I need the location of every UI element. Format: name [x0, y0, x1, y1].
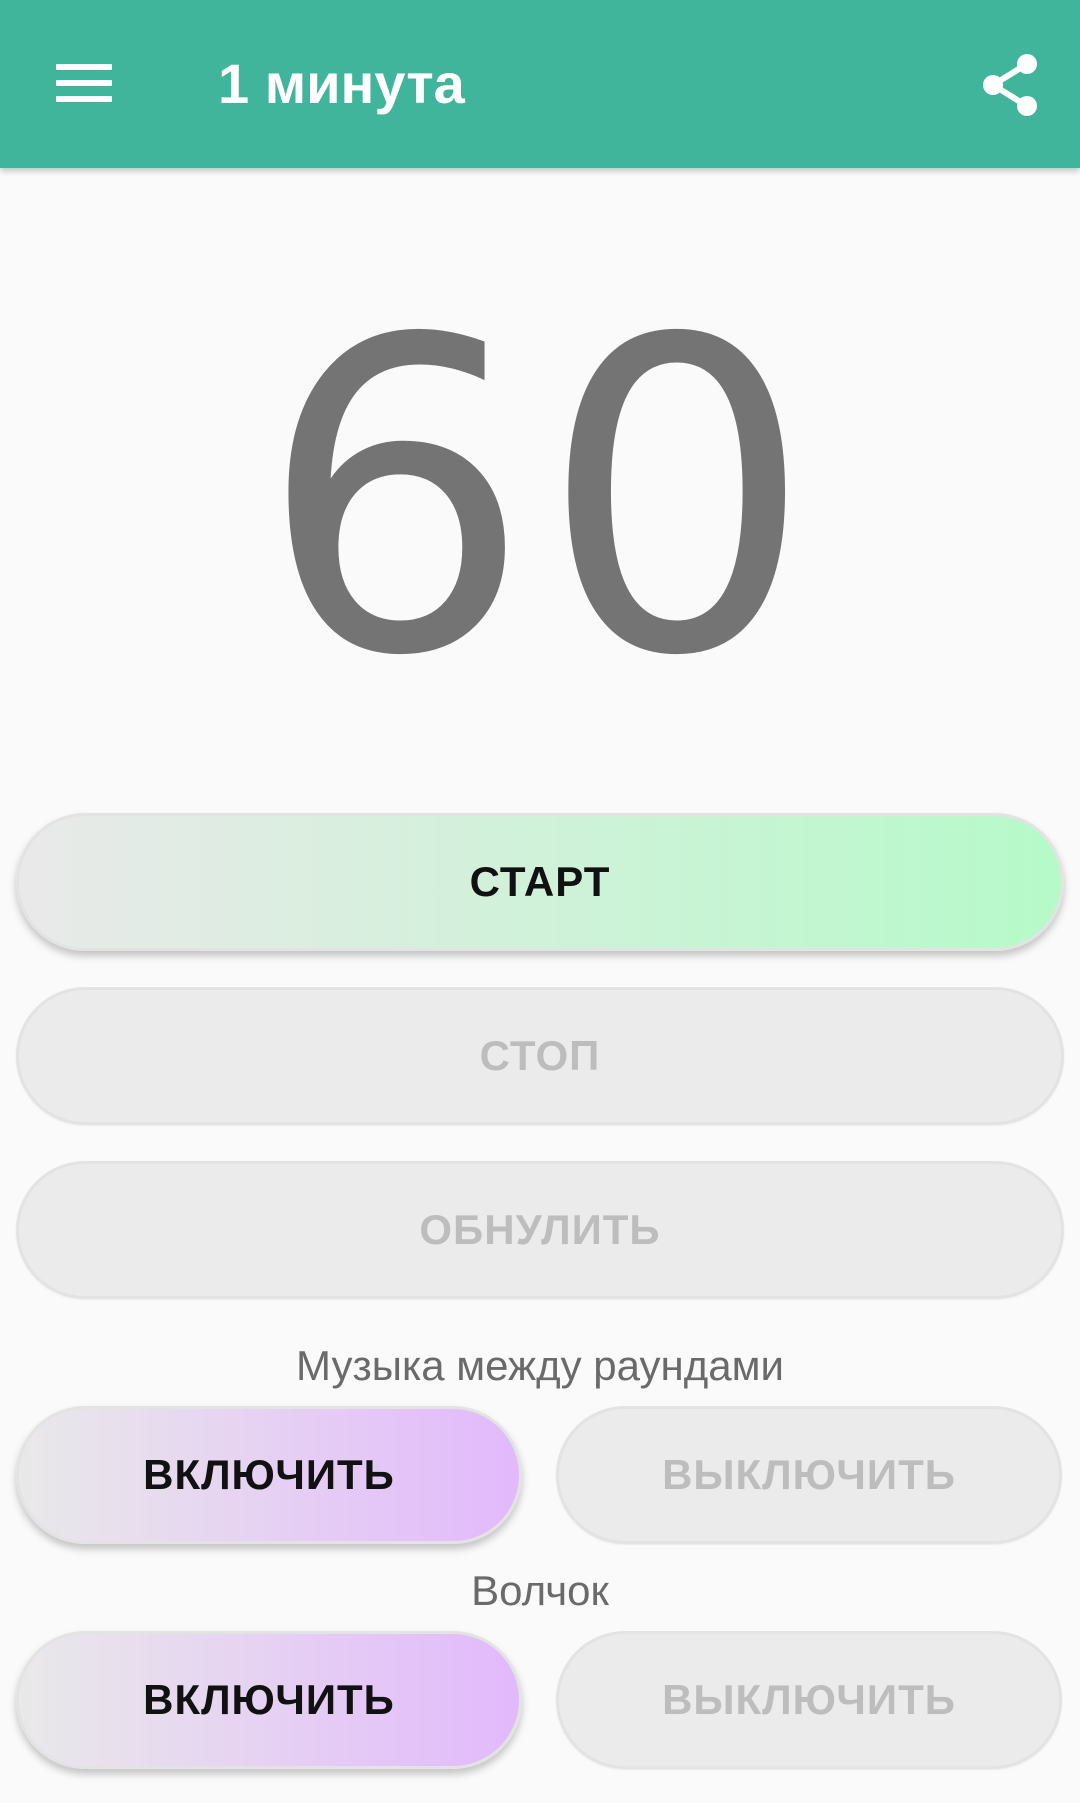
countdown-display: 60 [258, 250, 822, 750]
app-title: 1 минута [218, 52, 465, 115]
app-bar: 1 минута [0, 0, 1080, 168]
spinner-enable-button[interactable]: ВКЛЮЧИТЬ [16, 1631, 522, 1769]
spinner-label: Волчок [471, 1567, 609, 1614]
music-enable-button[interactable]: ВКЛЮЧИТЬ [16, 1406, 522, 1544]
stop-button[interactable]: СТОП [16, 987, 1064, 1125]
hamburger-menu-icon[interactable] [47, 58, 117, 108]
spinner-disable-button[interactable]: ВЫКЛЮЧИТЬ [556, 1631, 1062, 1769]
start-button[interactable]: СТАРТ [16, 813, 1064, 951]
share-icon[interactable] [975, 50, 1045, 120]
reset-button[interactable]: ОБНУЛИТЬ [16, 1161, 1064, 1299]
music-disable-button[interactable]: ВЫКЛЮЧИТЬ [556, 1406, 1062, 1544]
music-between-rounds-label: Музыка между раундами [296, 1342, 784, 1389]
